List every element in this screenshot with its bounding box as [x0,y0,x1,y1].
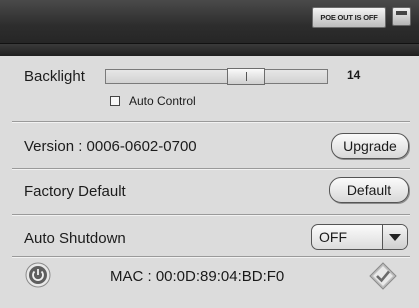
version-text: Version : 0006-0602-0700 [24,138,197,155]
checkmark-icon[interactable] [369,262,397,290]
poe-status-button[interactable]: POE OUT IS OFF [312,7,386,28]
mac-address: MAC : 00:0D:89:04:BD:F0 [110,268,285,285]
factory-default-label: Factory Default [24,183,126,200]
default-button[interactable]: Default [329,177,409,203]
upgrade-button[interactable]: Upgrade [331,133,409,159]
settings-panel: POE OUT IS OFF Backlight 14 Auto Control… [0,0,419,308]
backlight-slider-track[interactable] [105,69,328,84]
close-icon[interactable] [392,7,411,26]
power-icon[interactable] [25,262,51,288]
divider [12,214,410,216]
auto-control-label: Auto Control [129,94,196,108]
header-strip [0,44,419,56]
divider [12,168,410,170]
backlight-value: 14 [347,68,361,82]
auto-shutdown-value: OFF [319,229,347,245]
chevron-down-icon[interactable] [382,225,407,249]
auto-shutdown-label: Auto Shutdown [24,230,126,247]
divider [12,121,410,123]
backlight-label: Backlight [24,68,85,85]
divider [12,256,410,258]
title-bar: POE OUT IS OFF [0,0,419,44]
backlight-slider-thumb[interactable] [227,68,266,85]
auto-shutdown-select[interactable]: OFF [311,224,408,250]
auto-control-checkbox[interactable] [110,96,120,106]
